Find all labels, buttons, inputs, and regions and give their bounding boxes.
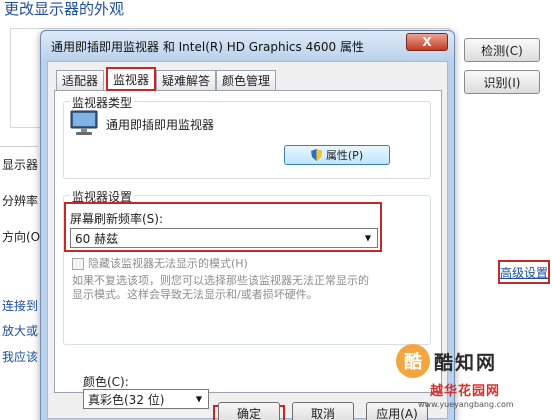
watermark-name: 酷知网 — [434, 352, 498, 374]
colors-value: 真彩色(32 位) — [88, 392, 165, 407]
monitor-settings-group: 监视器设置 屏幕刷新频率(S): 60 赫兹 ▼ 隐藏该监视器无法显示的模式(H… — [63, 188, 431, 345]
watermark-logo-icon: 酷 — [396, 344, 430, 378]
watermark: 酷 酷知网 越华花园网 www.yueyangbang.com — [396, 340, 552, 420]
page-title: 更改显示器的外观 — [4, 0, 125, 18]
dialog-title: 通用即插即用监视器 和 Intel(R) HD Graphics 4600 属性 — [51, 40, 364, 54]
close-button[interactable]: X — [406, 33, 448, 51]
advanced-settings-link[interactable]: 高级设置 — [498, 260, 550, 284]
dialog-body: 适配器 监视器 疑难解答 颜色管理 监视器类型 通用即插即用监视器 属性(P) … — [47, 61, 448, 420]
colors-label: 颜色(C): — [83, 375, 129, 389]
ok-button[interactable]: 确定 — [218, 402, 280, 420]
tab-adapter[interactable]: 适配器 — [56, 70, 105, 90]
warning-text-line1: 如果不复选该项，则您可以选择那些该监视器无法正常显示的 — [72, 274, 369, 287]
watermark-site: 越华花园网 — [430, 384, 501, 399]
tab-troubleshoot[interactable]: 疑难解答 — [156, 70, 217, 90]
display-label: 显示器 — [2, 158, 39, 172]
monitor-type-group: 监视器类型 通用即插即用监视器 属性(P) — [63, 94, 431, 179]
dialog-titlebar[interactable]: 通用即插即用监视器 和 Intel(R) HD Graphics 4600 属性… — [41, 31, 454, 59]
help-choose-link[interactable]: 我应该 — [2, 348, 38, 365]
hide-modes-checkbox[interactable] — [72, 258, 84, 270]
orientation-label: 方向(O — [2, 230, 41, 244]
divider — [0, 146, 38, 147]
properties-dialog: 通用即插即用监视器 和 Intel(R) HD Graphics 4600 属性… — [40, 30, 455, 420]
cancel-button[interactable]: 取消 — [292, 402, 354, 420]
tab-monitor[interactable]: 监视器 — [106, 67, 157, 91]
dropdown-arrow-icon: ▼ — [195, 394, 202, 404]
connect-projector-link[interactable]: 连接到 — [2, 297, 38, 314]
properties-button[interactable]: 属性(P) — [284, 145, 390, 165]
shield-icon — [310, 149, 322, 161]
monitor-name: 通用即插即用监视器 — [106, 118, 215, 132]
monitor-tab-panel: 监视器类型 通用即插即用监视器 属性(P) 监视器设置 屏幕刷新频率(S): 6… — [54, 90, 442, 409]
tab-color-management[interactable]: 颜色管理 — [216, 70, 277, 90]
properties-label: 属性(P) — [325, 149, 364, 162]
resolution-label: 分辨率 — [2, 194, 39, 208]
detect-button[interactable]: 检测(C) — [464, 38, 540, 62]
watermark-url: www.yueyangbang.com — [418, 400, 514, 409]
warning-text-line2: 显示模式。这样会导致无法显示和/或者损坏硬件。 — [72, 288, 318, 301]
hide-modes-label: 隐藏该监视器无法显示的模式(H) — [88, 257, 248, 270]
monitor-type-title: 监视器类型 — [70, 94, 135, 111]
identify-button[interactable]: 识别(I) — [464, 70, 540, 94]
colors-select[interactable]: 真彩色(32 位) ▼ — [83, 389, 209, 409]
monitor-icon — [70, 110, 98, 135]
close-icon: X — [422, 35, 432, 49]
refresh-highlight — [64, 202, 382, 252]
text-size-link[interactable]: 放大或 — [2, 322, 38, 339]
